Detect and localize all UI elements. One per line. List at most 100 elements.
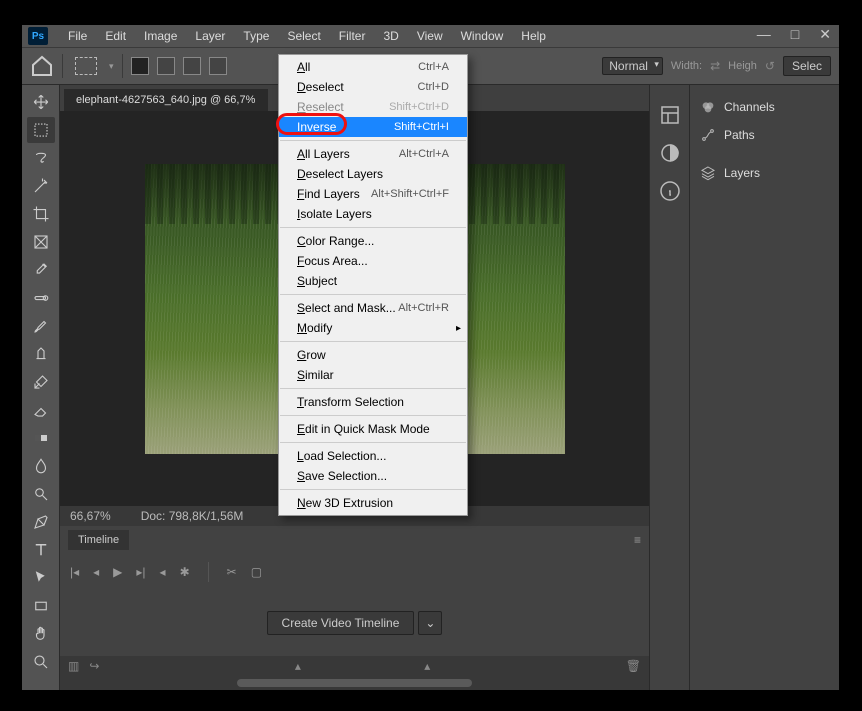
blur-tool-icon[interactable] bbox=[27, 453, 55, 479]
timeline-convert-icon[interactable]: ↪ bbox=[89, 659, 99, 673]
menu-item-inverse[interactable]: InverseShift+Ctrl+I bbox=[279, 117, 467, 137]
menu-item-load-selection[interactable]: Load Selection... bbox=[279, 446, 467, 466]
eraser-tool-icon[interactable] bbox=[27, 397, 55, 423]
go-start-icon[interactable]: |◂ bbox=[70, 565, 79, 579]
close-button[interactable]: ✕ bbox=[819, 26, 831, 42]
menu-item-similar[interactable]: Similar bbox=[279, 365, 467, 385]
menu-item-deselect-layers[interactable]: Deselect Layers bbox=[279, 164, 467, 184]
history-brush-tool-icon[interactable] bbox=[27, 369, 55, 395]
select-button[interactable]: Selec bbox=[783, 56, 831, 76]
menu-item-select-and-mask[interactable]: Select and Mask...Alt+Ctrl+R bbox=[279, 298, 467, 318]
menu-item-deselect[interactable]: DeselectCtrl+D bbox=[279, 77, 467, 97]
play-icon[interactable]: ▶ bbox=[113, 565, 122, 579]
pen-tool-icon[interactable] bbox=[27, 509, 55, 535]
menu-item-transform-selection[interactable]: Transform Selection bbox=[279, 392, 467, 412]
document-tab-1[interactable]: elephant-4627563_640.jpg @ 66,7% bbox=[64, 89, 268, 111]
menu-item-shortcut: Alt+Ctrl+R bbox=[398, 302, 449, 314]
scrollbar-thumb[interactable] bbox=[237, 679, 473, 687]
zoom-level[interactable]: 66,67% bbox=[70, 509, 111, 523]
timeline-trash-icon[interactable]: 🗑 bbox=[626, 659, 641, 673]
horizontal-scrollbar[interactable] bbox=[60, 676, 649, 690]
hand-tool-icon[interactable] bbox=[27, 621, 55, 647]
menu-item-grow[interactable]: Grow bbox=[279, 345, 467, 365]
menu-item-all[interactable]: AllCtrl+A bbox=[279, 57, 467, 77]
split-icon[interactable]: ✂ bbox=[227, 565, 237, 579]
menu-item-label: Find Layers bbox=[297, 187, 360, 201]
properties-panel-icon[interactable] bbox=[658, 103, 682, 127]
menu-item-modify[interactable]: Modify bbox=[279, 318, 467, 338]
menu-item-color-range[interactable]: Color Range... bbox=[279, 231, 467, 251]
menu-item-focus-area[interactable]: Focus Area... bbox=[279, 251, 467, 271]
menu-item-all-layers[interactable]: All LayersAlt+Ctrl+A bbox=[279, 144, 467, 164]
create-video-timeline-button[interactable]: Create Video Timeline bbox=[267, 611, 415, 635]
menu-select[interactable]: Select bbox=[279, 27, 328, 45]
menu-3d[interactable]: 3D bbox=[375, 27, 406, 45]
rectangle-tool-icon[interactable] bbox=[27, 593, 55, 619]
transition-icon[interactable]: ▢ bbox=[251, 565, 262, 579]
menu-item-save-selection[interactable]: Save Selection... bbox=[279, 466, 467, 486]
selection-mode-subtract-icon[interactable] bbox=[183, 57, 201, 75]
type-tool-icon[interactable] bbox=[27, 537, 55, 563]
dodge-tool-icon[interactable] bbox=[27, 481, 55, 507]
frame-tool-icon[interactable] bbox=[27, 229, 55, 255]
timeline-slider-left-icon[interactable]: ▴ bbox=[295, 659, 301, 673]
menu-item-shortcut: Shift+Ctrl+D bbox=[389, 101, 449, 113]
menu-item-label: Load Selection... bbox=[297, 449, 386, 463]
crop-tool-icon[interactable] bbox=[27, 201, 55, 227]
timeline-tab[interactable]: Timeline bbox=[68, 530, 129, 550]
minimize-button[interactable]: — bbox=[757, 26, 771, 42]
clone-stamp-tool-icon[interactable] bbox=[27, 341, 55, 367]
home-icon[interactable] bbox=[30, 54, 54, 78]
lasso-tool-icon[interactable] bbox=[27, 145, 55, 171]
paths-panel-button[interactable]: Paths bbox=[690, 121, 839, 149]
clear-icon[interactable]: ↺ bbox=[765, 59, 775, 73]
timeline-footer: ▥ ↪ ▴ ▴ 🗑 bbox=[60, 656, 649, 676]
menu-file[interactable]: File bbox=[60, 27, 95, 45]
timeline-dropdown-button[interactable]: ⌄ bbox=[418, 611, 442, 635]
timeline-controls: |◂ ◂ ▶ ▸| ◂ ✱ ✂ ▢ bbox=[60, 554, 649, 590]
prev-frame-icon[interactable]: ◂ bbox=[93, 565, 99, 579]
brush-tool-icon[interactable] bbox=[27, 313, 55, 339]
selection-mode-new-icon[interactable] bbox=[131, 57, 149, 75]
timeline-slider-right-icon[interactable]: ▴ bbox=[424, 659, 430, 673]
next-frame-icon[interactable]: ▸| bbox=[136, 565, 145, 579]
menu-item-edit-in-quick-mask-mode[interactable]: Edit in Quick Mask Mode bbox=[279, 419, 467, 439]
path-selection-tool-icon[interactable] bbox=[27, 565, 55, 591]
menu-image[interactable]: Image bbox=[136, 27, 185, 45]
blend-mode-select[interactable]: Normal bbox=[602, 57, 663, 75]
settings-icon[interactable]: ✱ bbox=[180, 565, 190, 579]
menu-item-label: Save Selection... bbox=[297, 469, 387, 483]
channels-panel-button[interactable]: Channels bbox=[690, 93, 839, 121]
adjustments-panel-icon[interactable] bbox=[658, 141, 682, 165]
marquee-preview-icon[interactable] bbox=[75, 57, 97, 75]
swap-icon[interactable]: ⇄ bbox=[710, 59, 720, 73]
menu-type[interactable]: Type bbox=[235, 27, 277, 45]
menu-item-label: All Layers bbox=[297, 147, 350, 161]
selection-mode-intersect-icon[interactable] bbox=[209, 57, 227, 75]
magic-wand-tool-icon[interactable] bbox=[27, 173, 55, 199]
menu-item-new-3d-extrusion[interactable]: New 3D Extrusion bbox=[279, 493, 467, 513]
menu-layer[interactable]: Layer bbox=[187, 27, 233, 45]
menu-edit[interactable]: Edit bbox=[97, 27, 134, 45]
gradient-tool-icon[interactable] bbox=[27, 425, 55, 451]
panel-menu-icon[interactable]: ≡ bbox=[634, 533, 641, 547]
info-panel-icon[interactable] bbox=[658, 179, 682, 203]
mute-icon[interactable]: ◂ bbox=[160, 565, 166, 579]
zoom-tool-icon[interactable] bbox=[27, 649, 55, 675]
menu-view[interactable]: View bbox=[409, 27, 451, 45]
menu-item-label: Isolate Layers bbox=[297, 207, 372, 221]
menu-item-find-layers[interactable]: Find LayersAlt+Shift+Ctrl+F bbox=[279, 184, 467, 204]
timeline-zoom-out-icon[interactable]: ▥ bbox=[68, 659, 79, 673]
menu-window[interactable]: Window bbox=[453, 27, 512, 45]
menu-item-subject[interactable]: Subject bbox=[279, 271, 467, 291]
selection-mode-add-icon[interactable] bbox=[157, 57, 175, 75]
menu-help[interactable]: Help bbox=[513, 27, 554, 45]
healing-brush-tool-icon[interactable] bbox=[27, 285, 55, 311]
move-tool-icon[interactable] bbox=[27, 89, 55, 115]
menu-filter[interactable]: Filter bbox=[331, 27, 374, 45]
maximize-button[interactable]: □ bbox=[791, 26, 799, 42]
marquee-tool-icon[interactable] bbox=[27, 117, 55, 143]
menu-item-isolate-layers[interactable]: Isolate Layers bbox=[279, 204, 467, 224]
eyedropper-tool-icon[interactable] bbox=[27, 257, 55, 283]
layers-panel-button[interactable]: Layers bbox=[690, 159, 839, 187]
